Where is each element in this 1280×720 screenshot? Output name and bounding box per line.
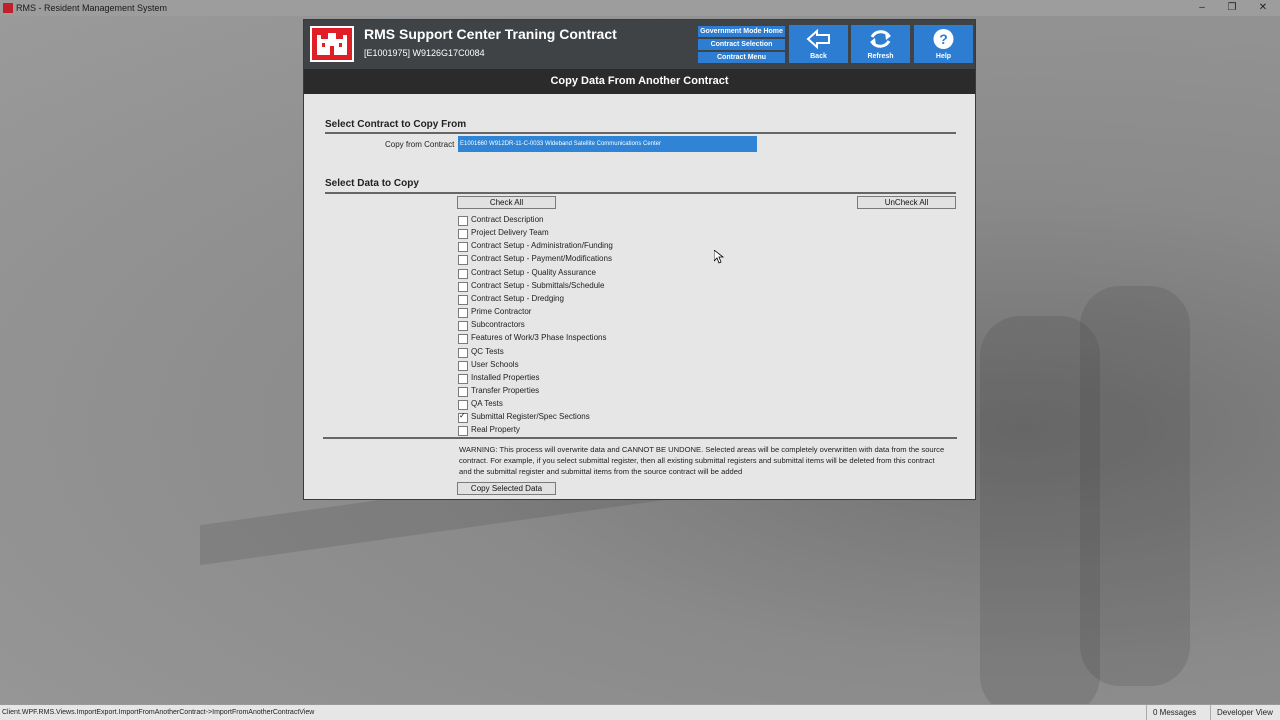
page-title: Copy Data From Another Contract [304, 69, 975, 94]
nav-stack: Government Mode Home Contract Selection … [698, 26, 785, 65]
back-label: Back [810, 53, 827, 60]
data-option-row[interactable]: Contract Setup - Administration/Funding [458, 241, 758, 253]
data-option-checkbox[interactable] [458, 229, 468, 240]
contract-title: RMS Support Center Traning Contract [364, 26, 617, 42]
section-divider [325, 132, 956, 134]
data-option-checkbox[interactable] [458, 373, 468, 384]
data-option-label: Contract Setup - Quality Assurance [471, 267, 596, 277]
data-option-label: Real Property [471, 425, 520, 435]
status-bar: Client.WPF.RMS.Views.ImportExport.Import… [0, 704, 1280, 720]
back-arrow-icon [806, 28, 830, 50]
data-option-row[interactable]: QA Tests [458, 399, 758, 411]
data-option-row[interactable]: Contract Setup - Dredging [458, 294, 758, 306]
data-option-row[interactable]: Contract Setup - Quality Assurance [458, 268, 758, 280]
data-option-row[interactable]: Subcontractors [458, 320, 758, 332]
refresh-button[interactable]: Refresh [851, 25, 910, 63]
data-option-row[interactable]: Transfer Properties [458, 386, 758, 398]
messages-count[interactable]: 0 Messages [1146, 705, 1202, 720]
developer-view-toggle[interactable]: Developer View [1210, 705, 1279, 720]
data-option-row[interactable]: QC Tests [458, 347, 758, 359]
source-contract-select[interactable]: E1001660 W912DR-11-C-0033 Wideband Satel… [458, 136, 757, 152]
data-option-checkbox[interactable] [458, 294, 468, 305]
check-all-button[interactable]: Check All [457, 196, 556, 209]
data-option-label: Project Delivery Team [471, 228, 549, 238]
usace-castle-logo [310, 26, 354, 62]
select-contract-heading: Select Contract to Copy From [325, 119, 467, 130]
data-option-checkbox[interactable] [458, 321, 468, 332]
window-titlebar: RMS - Resident Management System – ❐ ✕ [0, 0, 1280, 16]
government-mode-home-button[interactable]: Government Mode Home [698, 26, 785, 37]
section-divider [325, 192, 956, 194]
data-option-label: Contract Setup - Payment/Modifications [471, 254, 612, 264]
data-option-row[interactable]: Contract Description [458, 215, 758, 227]
section-divider [323, 437, 957, 439]
copy-from-contract-label: Copy from Contract [385, 140, 455, 149]
close-icon[interactable]: ✕ [1248, 0, 1278, 16]
data-option-checkbox[interactable] [458, 411, 468, 424]
data-option-label: Contract Setup - Dredging [471, 293, 564, 303]
data-option-label: Installed Properties [471, 372, 540, 382]
copy-selected-data-button[interactable]: Copy Selected Data [457, 482, 556, 495]
data-option-checkbox[interactable] [458, 268, 468, 279]
data-option-checkbox[interactable] [458, 400, 468, 411]
uncheck-all-button[interactable]: UnCheck All [857, 196, 956, 209]
data-option-label: Contract Description [471, 215, 544, 224]
help-question-icon: ? [933, 29, 954, 49]
back-button[interactable]: Back [789, 25, 848, 63]
select-data-heading: Select Data to Copy [325, 178, 419, 189]
help-label: Help [935, 53, 952, 60]
data-option-label: Features of Work/3 Phase Inspections [471, 333, 607, 343]
overwrite-warning: WARNING: This process will overwrite dat… [459, 445, 945, 476]
view-path: Client.WPF.RMS.Views.ImportExport.Import… [2, 709, 315, 716]
data-option-label: User Schools [471, 359, 519, 369]
data-option-row[interactable]: Contract Setup - Submittals/Schedule [458, 281, 758, 293]
help-button[interactable]: ? Help [914, 25, 973, 63]
data-option-row[interactable]: Installed Properties [458, 373, 758, 385]
data-option-checkbox[interactable] [458, 386, 468, 397]
data-option-checkbox[interactable] [458, 255, 468, 266]
svg-text:?: ? [939, 31, 948, 47]
data-option-label: Subcontractors [471, 320, 525, 330]
data-option-label: Contract Setup - Submittals/Schedule [471, 280, 605, 290]
data-option-row[interactable]: Project Delivery Team [458, 228, 758, 240]
contract-number: [E1001975] W9126G17C0084 [364, 48, 485, 58]
mouse-cursor-icon [714, 250, 724, 264]
data-option-label: QC Tests [471, 346, 504, 356]
data-option-checkbox[interactable] [458, 426, 468, 437]
contract-menu-button[interactable]: Contract Menu [698, 52, 785, 63]
data-option-label: Submittal Register/Spec Sections [471, 412, 590, 422]
refresh-icon [870, 30, 891, 48]
refresh-label: Refresh [867, 53, 894, 60]
data-option-row[interactable]: Contract Setup - Payment/Modifications [458, 254, 758, 266]
data-option-checkbox[interactable] [458, 360, 468, 371]
data-option-label: Contract Setup - Administration/Funding [471, 241, 613, 251]
data-option-label: QA Tests [471, 399, 503, 409]
data-option-row[interactable]: Real Property [458, 425, 758, 437]
data-option-checkbox[interactable] [458, 242, 468, 253]
minimize-icon[interactable]: – [1187, 0, 1217, 16]
data-option-checkbox[interactable] [458, 281, 468, 292]
window-title: RMS - Resident Management System [16, 3, 168, 13]
data-option-row[interactable]: Prime Contractor [458, 307, 758, 319]
restore-icon[interactable]: ❐ [1217, 0, 1247, 16]
data-option-checkbox[interactable] [458, 216, 468, 226]
app-icon [3, 3, 13, 13]
copy-data-dialog: RMS Support Center Traning Contract [E10… [303, 19, 976, 500]
data-option-row[interactable]: User Schools [458, 360, 758, 372]
contract-selection-button[interactable]: Contract Selection [698, 39, 785, 50]
data-option-checkbox[interactable] [458, 334, 468, 345]
data-option-row[interactable]: Submittal Register/Spec Sections [458, 411, 758, 424]
contract-header: RMS Support Center Traning Contract [E10… [304, 20, 975, 69]
data-option-checkbox[interactable] [458, 347, 468, 358]
data-option-label: Prime Contractor [471, 307, 532, 317]
data-option-checkbox[interactable] [458, 308, 468, 319]
data-option-label: Transfer Properties [471, 385, 540, 395]
data-option-row[interactable]: Features of Work/3 Phase Inspections [458, 333, 758, 345]
